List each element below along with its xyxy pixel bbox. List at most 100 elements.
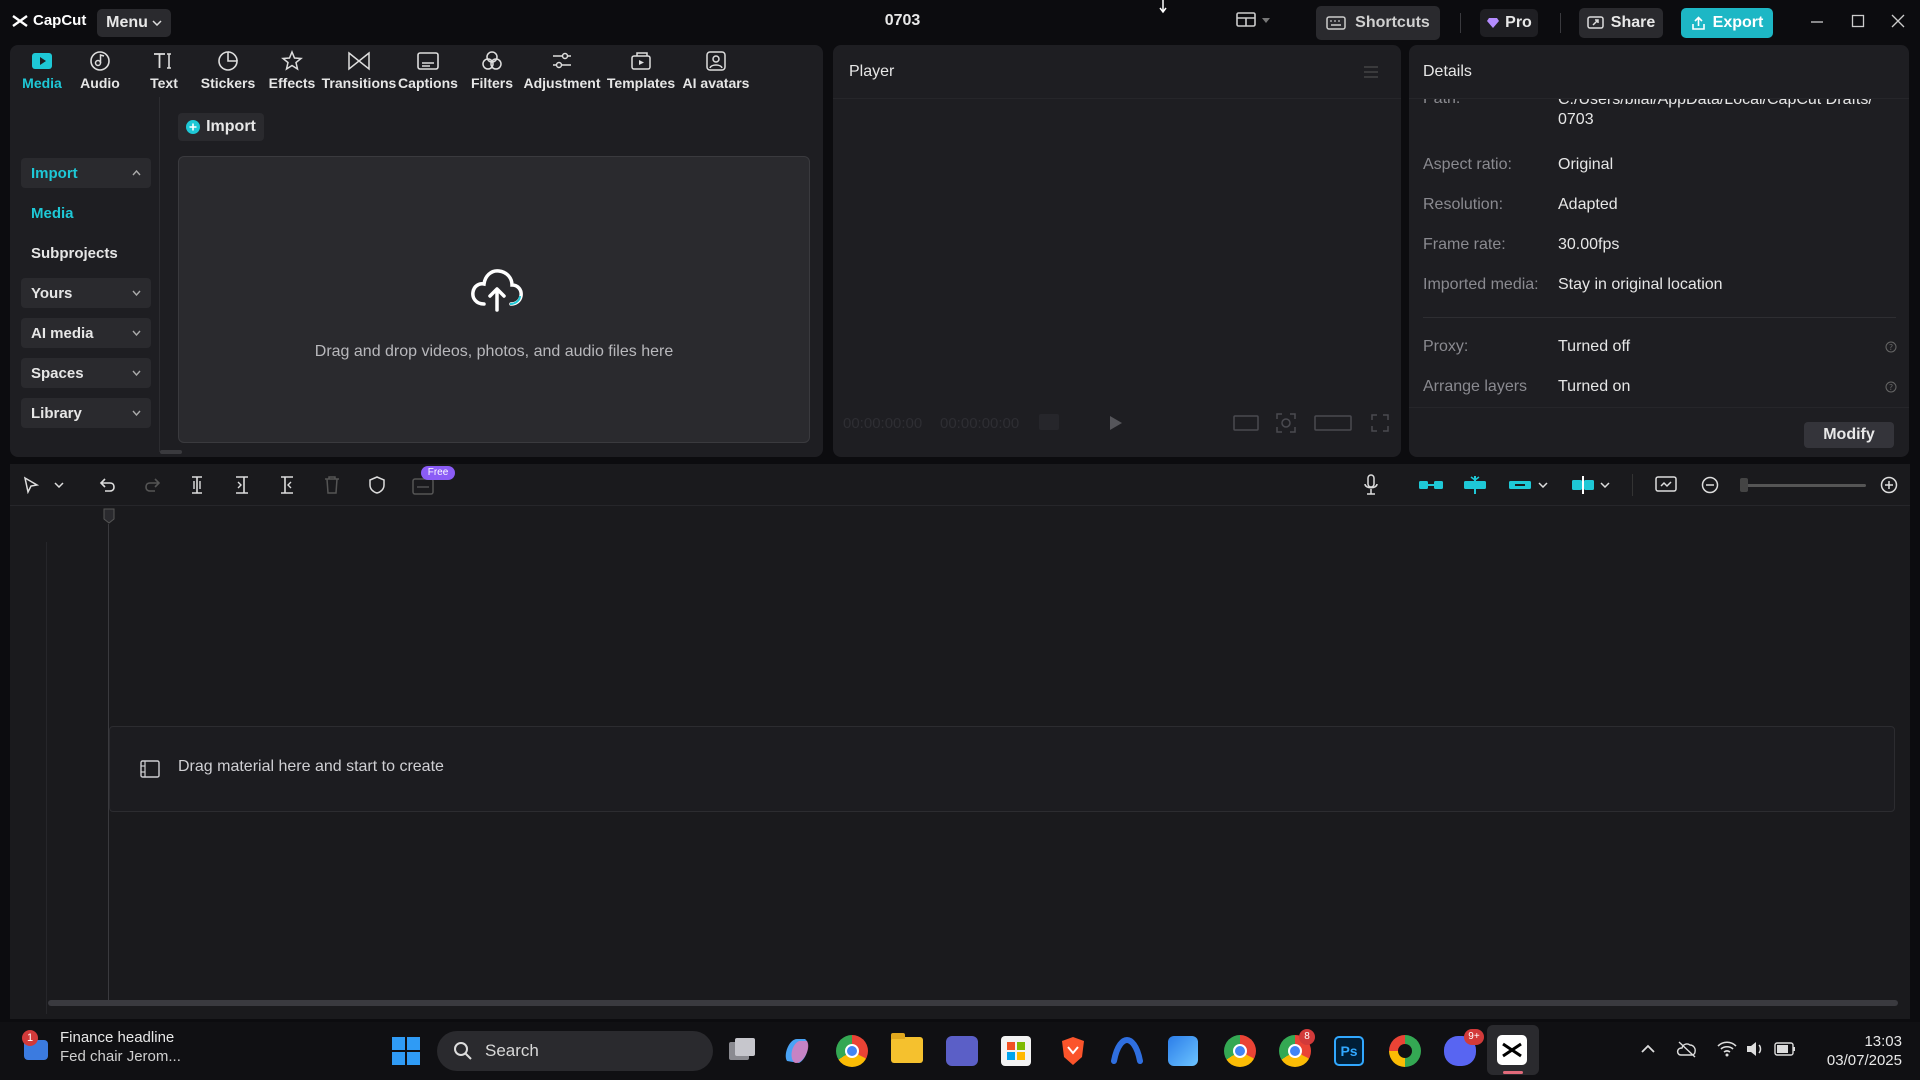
shortcuts-button[interactable]: Shortcuts [1316, 6, 1440, 40]
discord-icon[interactable]: 9+ [1444, 1029, 1484, 1066]
tab-adjustment[interactable]: Adjustment [522, 45, 602, 91]
detail-key: Proxy: [1423, 338, 1469, 355]
tab-audio[interactable]: Audio [68, 45, 132, 91]
close-icon[interactable] [1891, 14, 1905, 28]
split-left-icon[interactable] [233, 475, 251, 495]
layout-button[interactable] [1236, 12, 1270, 28]
chevron-down-icon [152, 20, 162, 26]
pro-button[interactable]: Pro [1480, 9, 1538, 37]
chevron-down-icon [132, 370, 141, 376]
plus-circle-icon [186, 120, 201, 134]
export-button[interactable]: Export [1681, 8, 1773, 38]
sidebar-item-spaces[interactable]: Spaces [21, 358, 151, 388]
microsoft-store-icon[interactable] [1001, 1036, 1031, 1066]
aspect-icon[interactable] [1314, 415, 1352, 431]
microphone-icon[interactable] [1363, 474, 1379, 496]
preview-axis-icon[interactable] [1570, 475, 1596, 495]
copilot-icon[interactable] [781, 1035, 813, 1067]
svg-text:?: ? [1889, 343, 1893, 352]
menu-button[interactable]: Menu [97, 9, 171, 37]
chrome-icon[interactable] [836, 1035, 868, 1067]
import-button[interactable]: Import [178, 113, 264, 141]
zoom-slider[interactable] [1746, 484, 1866, 487]
sidebar-item-subprojects[interactable]: Subprojects [21, 238, 151, 268]
timeline-horizontal-scrollbar[interactable] [48, 1000, 1898, 1006]
tab-templates[interactable]: Templates [602, 45, 680, 91]
zoom-in-icon[interactable] [1880, 476, 1898, 494]
tab-ai-avatars[interactable]: AI avatars [680, 45, 752, 91]
modify-button[interactable]: Modify [1804, 422, 1894, 448]
sidebar-item-library[interactable]: Library [21, 398, 151, 428]
teams-icon[interactable] [946, 1036, 978, 1066]
sidebar-item-label: Yours [31, 284, 73, 302]
windows-start-icon[interactable] [390, 1035, 422, 1067]
battery-icon[interactable] [1774, 1041, 1796, 1057]
news-widget[interactable]: 1 Finance headline Fed chair Jerom... [22, 1028, 181, 1066]
scrollbar[interactable] [160, 450, 182, 454]
file-explorer-icon[interactable] [891, 1033, 923, 1063]
delete-icon[interactable] [323, 475, 341, 495]
caret-down-icon [1262, 17, 1270, 23]
share-button[interactable]: Share [1579, 8, 1663, 38]
onedrive-off-icon[interactable] [1676, 1040, 1698, 1058]
shield-icon[interactable] [368, 475, 386, 495]
minimize-icon[interactable] [1810, 14, 1824, 28]
zoom-out-icon[interactable] [1701, 476, 1719, 494]
tab-captions[interactable]: Captions [394, 45, 462, 91]
maximize-icon[interactable] [1851, 14, 1865, 28]
sidebar-item-label: Media [31, 204, 74, 222]
playhead-handle[interactable] [103, 508, 115, 524]
redo-icon[interactable] [144, 476, 162, 494]
photos-icon[interactable] [1168, 1036, 1198, 1066]
brave-icon[interactable] [1058, 1035, 1088, 1067]
help-icon[interactable]: ? [1885, 341, 1897, 353]
tab-text[interactable]: Text [132, 45, 196, 91]
sidebar-item-import[interactable]: Import [21, 158, 151, 188]
chevron-down-icon[interactable] [1600, 482, 1610, 488]
chevron-down-icon[interactable] [54, 482, 64, 488]
help-icon[interactable]: ? [1885, 381, 1897, 393]
undo-icon[interactable] [98, 476, 116, 494]
tab-stickers[interactable]: Stickers [196, 45, 260, 91]
tab-transitions[interactable]: Transitions [322, 45, 396, 91]
select-cursor-icon[interactable] [22, 476, 40, 494]
fullscreen-icon[interactable] [1371, 414, 1389, 432]
chrome-profile-icon[interactable] [1224, 1035, 1256, 1067]
ratio-icon[interactable] [1233, 415, 1259, 431]
main-track-magnet-icon[interactable] [1418, 476, 1444, 494]
tab-filters[interactable]: Filters [462, 45, 522, 91]
capcut-logo-text: CapCut [33, 12, 87, 29]
sidebar-item-ai-media[interactable]: AI media [21, 318, 151, 348]
task-view-icon[interactable] [726, 1036, 758, 1066]
chrome-work-icon[interactable]: 8 [1279, 1029, 1315, 1067]
arc-icon[interactable] [1111, 1037, 1143, 1065]
snapshot-icon[interactable] [1275, 412, 1297, 434]
chevron-down-icon[interactable] [1538, 482, 1548, 488]
linkage-icon[interactable] [1507, 476, 1533, 494]
timeline-panel: Free Drag material here and start to cre… [10, 464, 1910, 1019]
auto-snapping-icon[interactable] [1462, 475, 1488, 495]
taskbar-search[interactable]: Search [437, 1031, 713, 1071]
tab-label: Stickers [200, 75, 256, 91]
system-clock[interactable]: 13:03 03/07/2025 [1818, 1032, 1902, 1070]
photoshop-icon[interactable]: Ps [1334, 1036, 1364, 1066]
main-track-dropzone[interactable]: Drag material here and start to create [109, 726, 1895, 812]
split-right-icon[interactable] [278, 475, 296, 495]
menu-lines-icon[interactable] [1363, 65, 1379, 79]
capcut-taskbar-active[interactable] [1487, 1025, 1539, 1075]
sidebar-item-media[interactable]: Media [21, 198, 151, 228]
timecode-list-icon[interactable] [1038, 413, 1060, 431]
timeline-settings-icon[interactable] [1655, 476, 1677, 494]
wifi-icon[interactable] [1716, 1040, 1738, 1058]
tab-media[interactable]: Media [16, 45, 68, 91]
tab-effects[interactable]: Effects [260, 45, 324, 91]
volume-icon[interactable] [1745, 1040, 1765, 1058]
chevron-up-icon[interactable] [1640, 1044, 1656, 1054]
split-icon[interactable] [188, 475, 206, 495]
media-dropzone[interactable]: Drag and drop videos, photos, and audio … [178, 156, 810, 443]
play-icon[interactable] [1109, 415, 1123, 431]
sidebar-item-yours[interactable]: Yours [21, 278, 151, 308]
auto-caption-icon[interactable] [412, 478, 434, 496]
chrome-canary-icon[interactable] [1389, 1035, 1421, 1067]
zoom-slider-handle[interactable] [1740, 478, 1748, 492]
